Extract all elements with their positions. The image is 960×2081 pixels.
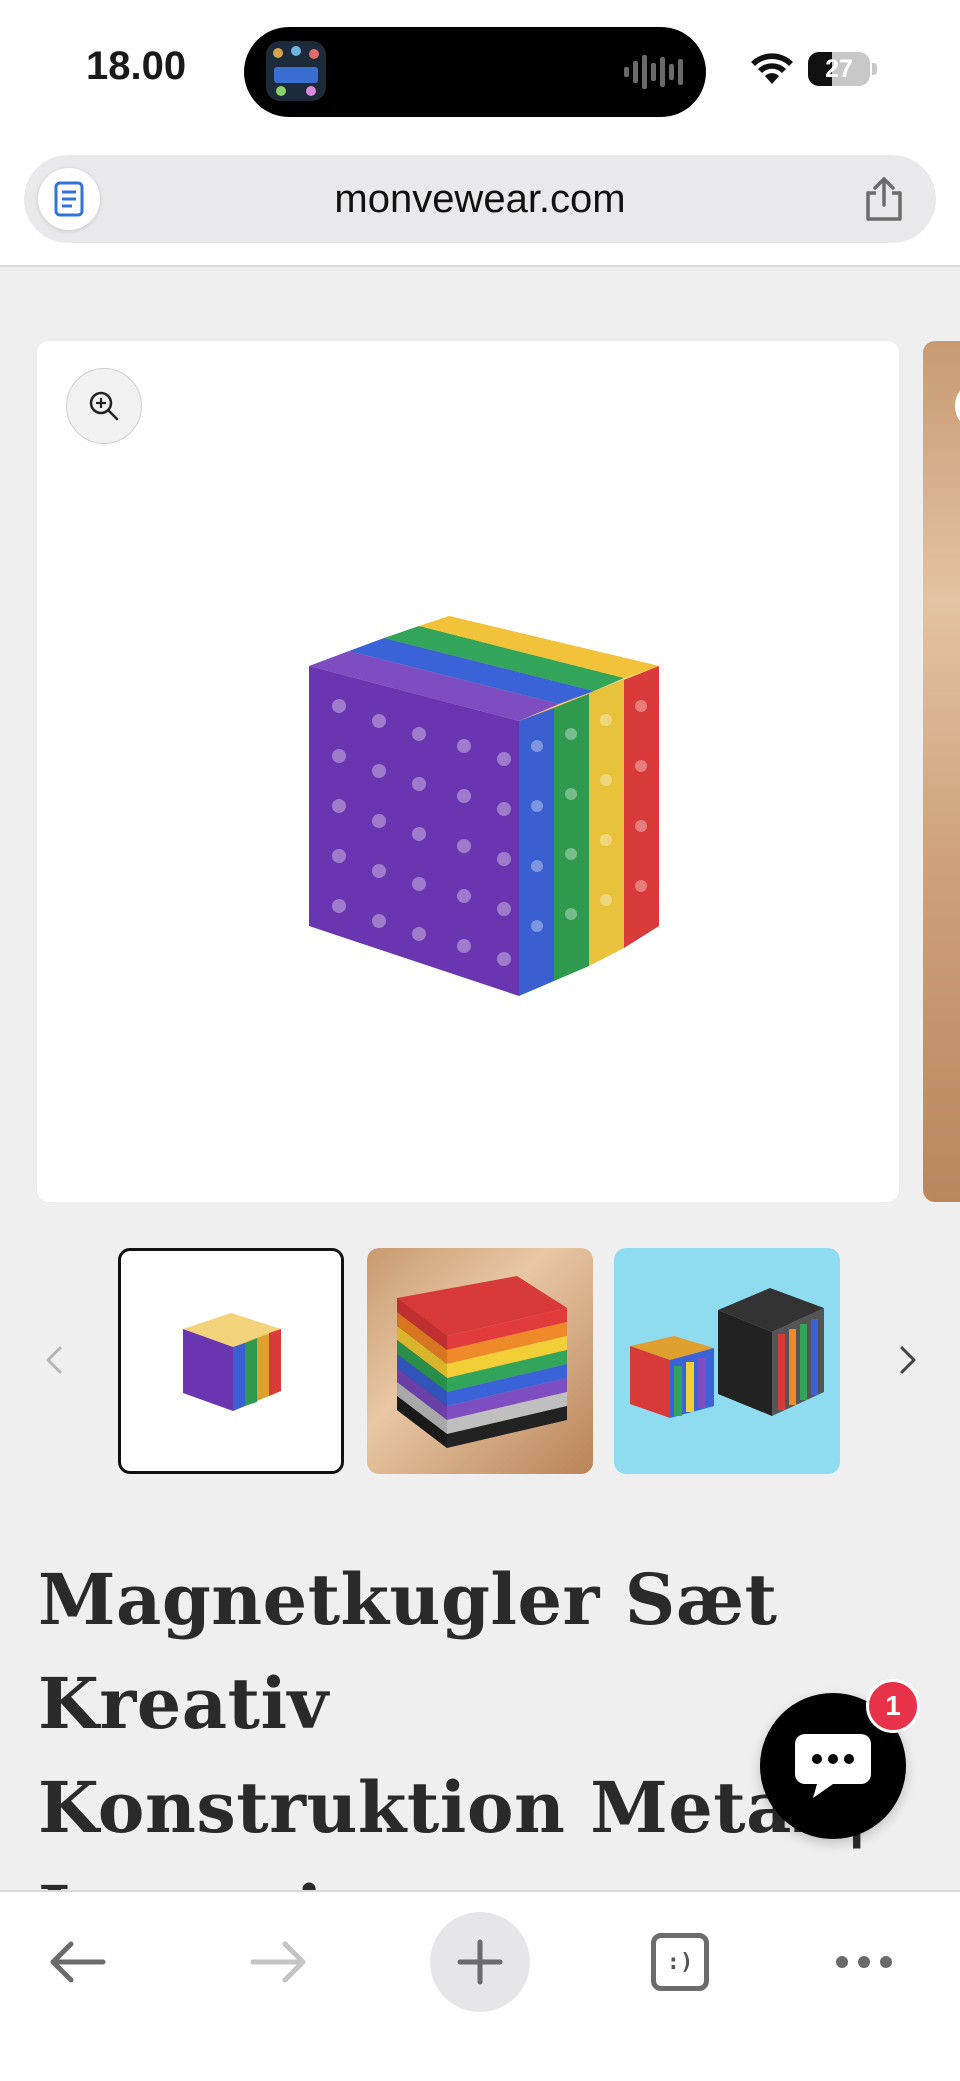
status-time: 18.00 [86,44,187,88]
battery-icon: 27 [808,52,870,86]
address-bar[interactable]: monvewear.com [24,155,936,243]
product-title-line-1: Magnetkugler Sæt Kreativ [38,1558,778,1745]
status-bar: 18.00 27 [0,0,960,145]
thumbnail-2[interactable] [367,1248,593,1474]
chat-notification-badge: 1 [866,1679,920,1733]
thumbnail-3[interactable] [614,1248,840,1474]
wifi-icon [750,52,794,90]
tabs-icon-glyph: :) [651,1933,709,1991]
chevron-left-icon[interactable] [42,1338,66,1386]
tabs-icon[interactable]: :) [630,1912,730,2012]
battery-level: 27 [825,55,853,83]
thumbnail-carousel [0,1248,960,1476]
chat-bubble-icon [795,1734,871,1798]
back-arrow-icon[interactable] [27,1912,127,2012]
dynamic-island[interactable] [244,27,706,117]
product-main-image[interactable] [37,341,899,1202]
product-title-line-2: Konstruktion Metal | [38,1766,870,1849]
magnet-cube-image [309,616,659,996]
more-icon[interactable] [814,1912,914,2012]
url-text[interactable]: monvewear.com [124,155,836,243]
next-product-image-peek[interactable] [923,341,960,1202]
chevron-right-icon[interactable] [896,1338,920,1386]
zoom-in-icon[interactable] [66,368,142,444]
browser-toolbar: :) [0,1890,960,2081]
thumbnail-1[interactable] [118,1248,344,1474]
now-playing-app-icon[interactable] [266,41,326,101]
share-icon[interactable] [862,175,906,227]
address-bar-area: monvewear.com [0,145,960,267]
reader-mode-icon[interactable] [38,168,100,230]
plus-icon[interactable] [430,1912,530,2012]
forward-arrow-icon[interactable] [229,1912,329,2012]
audio-waveform-icon [624,55,684,93]
